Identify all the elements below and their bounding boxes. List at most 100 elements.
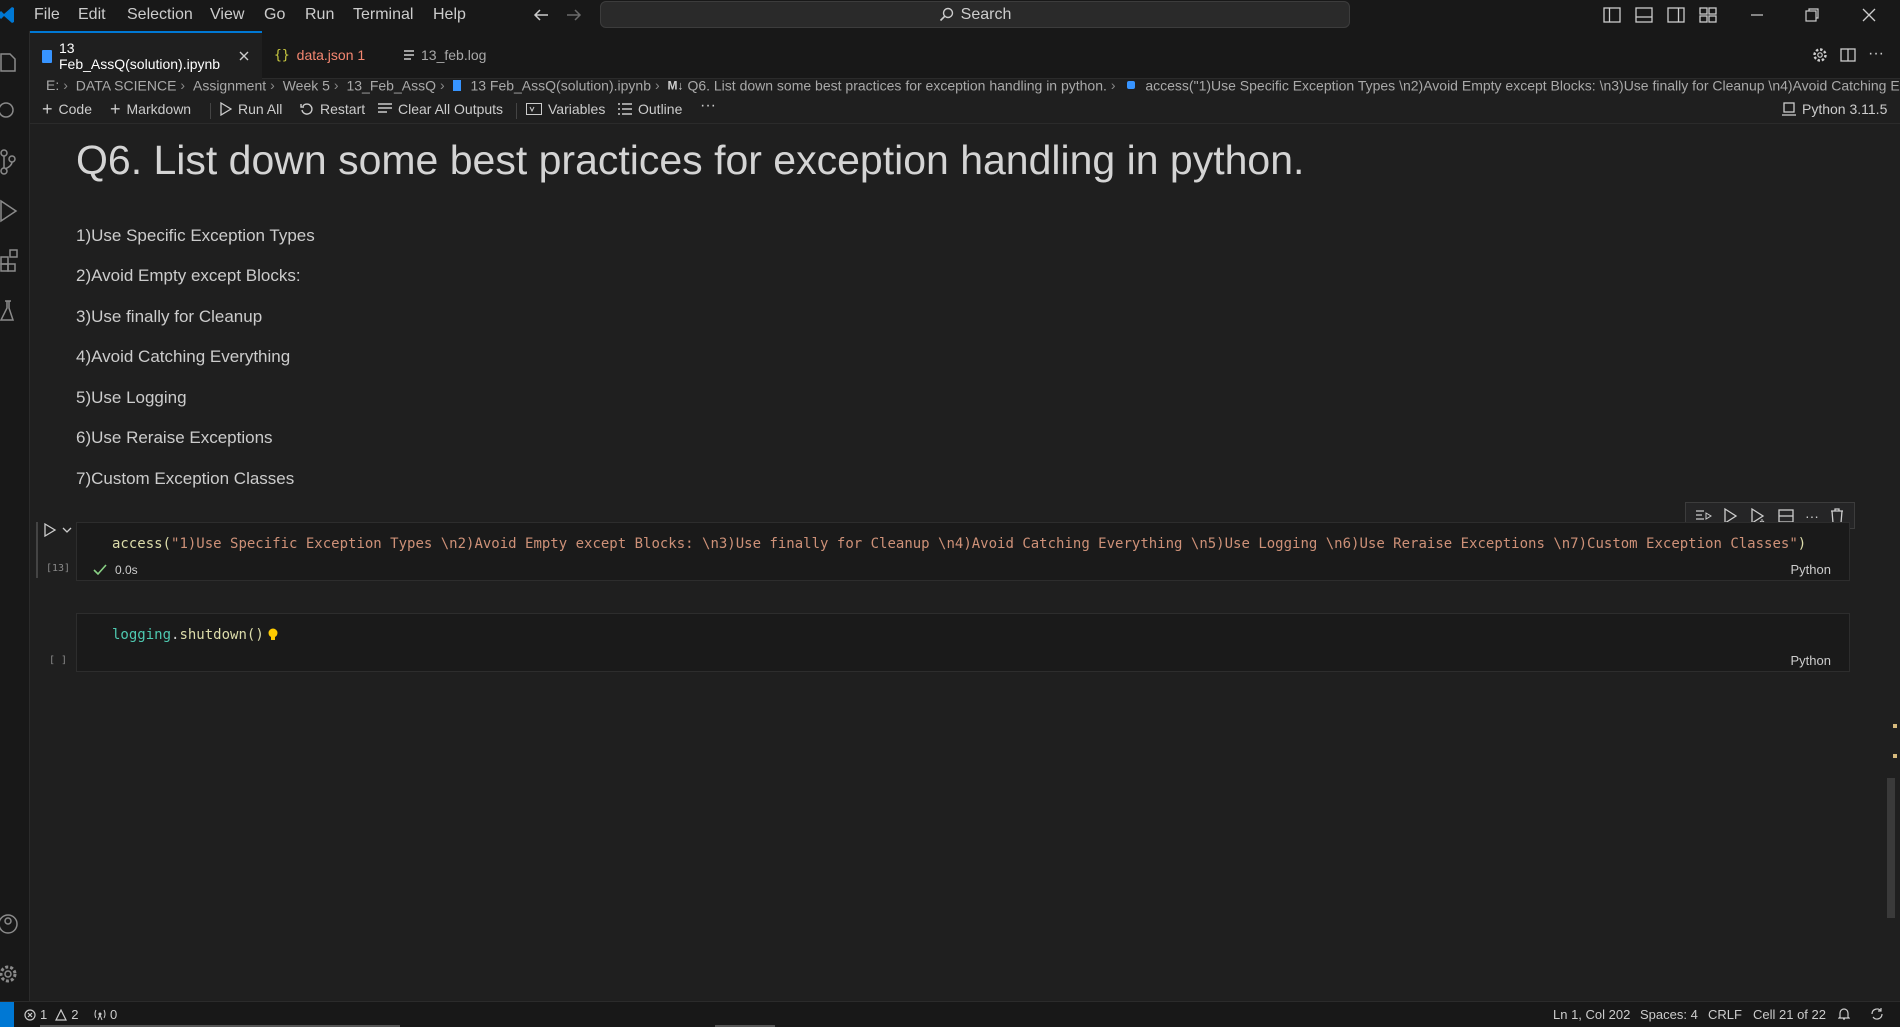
menu-selection[interactable]: Selection — [127, 6, 193, 24]
remote-indicator[interactable] — [0, 1002, 14, 1027]
markdown-list-item: 7)Custom Exception Classes — [76, 469, 295, 488]
manage-gear-icon[interactable] — [0, 961, 18, 987]
code-editor-line[interactable]: logging. shutdown() — [112, 627, 278, 643]
execute-cell-button[interactable] — [43, 523, 57, 537]
status-bar: 1 2 0 Ln 1, Col 202 Spaces: 4 CRLF Cell … — [0, 1001, 1900, 1027]
indentation[interactable]: Spaces: 4 — [1640, 1007, 1698, 1022]
run-all-button[interactable]: Run All — [220, 101, 282, 117]
breadcrumb-item[interactable]: Week 5 — [283, 77, 330, 93]
tab-log-file[interactable]: 13_feb.log — [392, 31, 522, 79]
button-label: Markdown — [126, 101, 192, 117]
end-of-line[interactable]: CRLF — [1708, 1007, 1742, 1022]
menu-file[interactable]: File — [34, 6, 60, 24]
tab-data-json[interactable]: {} data.json 1 — [262, 31, 392, 79]
more-actions-icon[interactable]: ··· — [1868, 45, 1884, 63]
accounts-icon[interactable] — [0, 911, 18, 937]
back-arrow-icon[interactable] — [532, 7, 550, 23]
toggle-primary-sidebar-icon[interactable] — [1603, 6, 1621, 24]
vscode-logo-icon[interactable] — [0, 6, 14, 24]
execution-count: [ ] — [49, 655, 68, 666]
divider — [516, 103, 517, 119]
ports-indicator[interactable]: 0 — [94, 1007, 117, 1022]
function-name: access — [112, 536, 163, 552]
chevron-down-icon[interactable] — [62, 525, 72, 535]
execution-time: 0.0s — [115, 563, 138, 577]
notebook-icon — [452, 79, 461, 91]
notebook-toolbar: + Code + Markdown Run All Restart Clear … — [30, 97, 1900, 124]
markdown-list-item: 2)Avoid Empty except Blocks: — [76, 266, 301, 285]
restart-icon — [300, 102, 314, 116]
variables-icon — [526, 103, 542, 115]
code-editor-line[interactable]: access("1)Use Specific Exception Types \… — [112, 536, 1806, 552]
add-markdown-cell-button[interactable]: + Markdown — [110, 100, 192, 118]
explorer-icon[interactable] — [0, 51, 18, 75]
clear-all-outputs-button[interactable]: Clear All Outputs — [378, 101, 503, 117]
menu-go[interactable]: Go — [264, 6, 285, 24]
sync-icon[interactable] — [1870, 1007, 1884, 1021]
cell-language[interactable]: Python — [1791, 653, 1831, 668]
markdown-list-item: 4)Avoid Catching Everything — [76, 347, 291, 366]
extensions-icon[interactable] — [0, 247, 18, 273]
breadcrumb-item[interactable]: access("1)Use Specific Exception Types \… — [1145, 77, 1900, 93]
tab-label: 13 Feb_AssQ(solution).ipynb — [59, 40, 221, 72]
toggle-panel-icon[interactable] — [1635, 6, 1653, 24]
breadcrumb-item[interactable]: DATA SCIENCE — [76, 77, 177, 93]
paren: () — [246, 627, 264, 643]
cell-focus-indicator — [36, 522, 38, 578]
forward-arrow-icon[interactable] — [565, 7, 583, 23]
breadcrumb-item[interactable]: Q6. List down some best practices for ex… — [687, 77, 1106, 93]
warning-count: 2 — [71, 1007, 79, 1022]
cell-position[interactable]: Cell 21 of 22 — [1753, 1007, 1826, 1022]
code-cell[interactable]: logging. shutdown() Python — [76, 613, 1850, 672]
notifications-bell-icon[interactable] — [1838, 1007, 1850, 1021]
run-debug-icon[interactable] — [0, 199, 18, 223]
toggle-secondary-sidebar-icon[interactable] — [1667, 6, 1685, 24]
markdown-list-item: 6)Use Reraise Exceptions — [76, 428, 273, 447]
tab-label: 13_feb.log — [421, 47, 487, 63]
split-editor-icon[interactable] — [1840, 47, 1856, 63]
menu-view[interactable]: View — [210, 6, 244, 24]
add-code-cell-button[interactable]: + Code — [42, 100, 92, 118]
menu-run[interactable]: Run — [305, 6, 334, 24]
python-env-icon — [1782, 102, 1796, 116]
tab-notebook[interactable]: 13 Feb_AssQ(solution).ipynb — [30, 31, 262, 79]
source-control-icon[interactable] — [0, 149, 18, 175]
menu-terminal[interactable]: Terminal — [353, 6, 413, 24]
breadcrumb-item[interactable]: Assignment — [193, 77, 266, 93]
menu-help[interactable]: Help — [433, 6, 466, 24]
search-view-icon[interactable] — [0, 99, 18, 123]
markdown-list-item: 5)Use Logging — [76, 388, 187, 407]
outline-button[interactable]: Outline — [618, 101, 682, 117]
testing-flask-icon[interactable] — [0, 299, 18, 323]
breadcrumb-item[interactable]: 13_Feb_AssQ — [346, 77, 436, 93]
kernel-picker[interactable]: Python 3.11.5 — [1782, 101, 1887, 117]
execution-status: 0.0s — [93, 563, 138, 577]
more-toolbar-actions-icon[interactable]: ··· — [700, 97, 716, 115]
problems-indicator[interactable]: 1 2 — [24, 1007, 78, 1022]
menu-edit[interactable]: Edit — [78, 6, 106, 24]
json-icon: {} — [274, 47, 290, 63]
code-cell[interactable]: access("1)Use Specific Exception Types \… — [76, 522, 1850, 581]
restart-kernel-button[interactable]: Restart — [300, 101, 365, 117]
variables-button[interactable]: Variables — [526, 101, 605, 117]
run-by-line-icon[interactable] — [1695, 509, 1712, 523]
vertical-scrollbar-thumb[interactable] — [1887, 778, 1895, 918]
notebook-settings-gear-icon[interactable] — [1812, 47, 1828, 63]
customize-layout-icon[interactable] — [1699, 6, 1717, 24]
breadcrumb-item[interactable]: E: — [46, 77, 59, 93]
command-center-search[interactable]: Search — [600, 1, 1350, 28]
button-label: Restart — [320, 101, 366, 117]
markdown-list-item: 1)Use Specific Exception Types — [76, 226, 315, 245]
warning-icon — [55, 1008, 68, 1021]
markdown-heading: Q6. List down some best practices for ex… — [76, 137, 1305, 183]
button-label: Clear All Outputs — [398, 101, 504, 117]
cursor-position[interactable]: Ln 1, Col 202 — [1553, 1007, 1630, 1022]
close-window-icon[interactable] — [1860, 6, 1878, 24]
breadcrumb-item[interactable]: 13 Feb_AssQ(solution).ipynb — [470, 77, 651, 93]
clear-outputs-icon — [378, 103, 392, 115]
close-icon[interactable] — [238, 50, 250, 62]
lightbulb-icon[interactable] — [268, 628, 278, 642]
minimize-icon[interactable] — [1748, 6, 1766, 24]
cell-language[interactable]: Python — [1791, 562, 1831, 577]
restore-window-icon[interactable] — [1803, 6, 1821, 24]
